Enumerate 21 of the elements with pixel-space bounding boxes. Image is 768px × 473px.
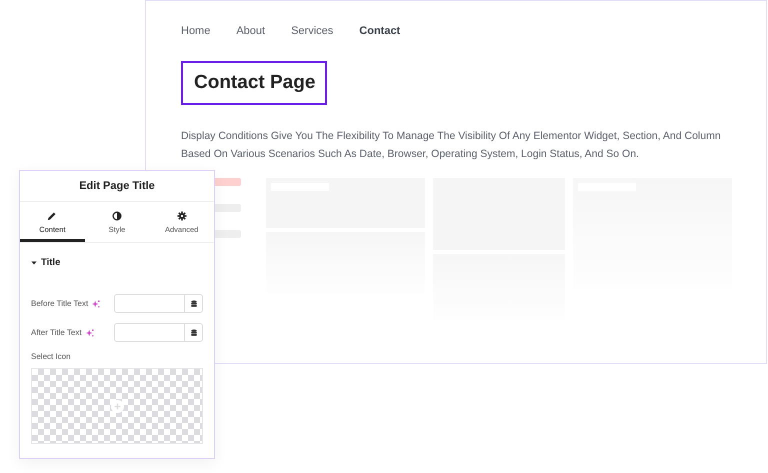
description-text: Display Conditions Give You The Flexibility To Manage The Visibility Of Any Elementor Widget, Section, And Column Based On Various Scenarios Such As Date, Browser, Operating System, Login Status, And So On.: [181, 129, 721, 162]
sparkle-icon[interactable]: [92, 300, 100, 308]
sparkle-icon[interactable]: [86, 328, 94, 336]
database-icon[interactable]: [190, 328, 198, 336]
pencil-icon: [47, 211, 58, 221]
input-field[interactable]: [114, 323, 203, 342]
settings-icon: [176, 211, 187, 221]
contrast-icon: [112, 211, 122, 221]
nav-link[interactable]: Services: [291, 25, 334, 37]
field-label: Select Icon: [31, 352, 72, 361]
database-icon[interactable]: [190, 300, 198, 308]
caret-icon: [31, 260, 37, 266]
page-heading: Contact Page: [181, 61, 328, 105]
nav-link[interactable]: About: [236, 25, 266, 37]
panel-title: Edit Page Title: [20, 171, 214, 202]
field-label: Before Title Text: [31, 299, 88, 308]
nav-link[interactable]: Contact: [359, 25, 400, 37]
input-field[interactable]: [114, 294, 203, 313]
section-toggle[interactable]: Title: [31, 257, 60, 268]
nav-link[interactable]: Home: [181, 25, 210, 37]
field-label: After Title Text: [31, 328, 82, 337]
